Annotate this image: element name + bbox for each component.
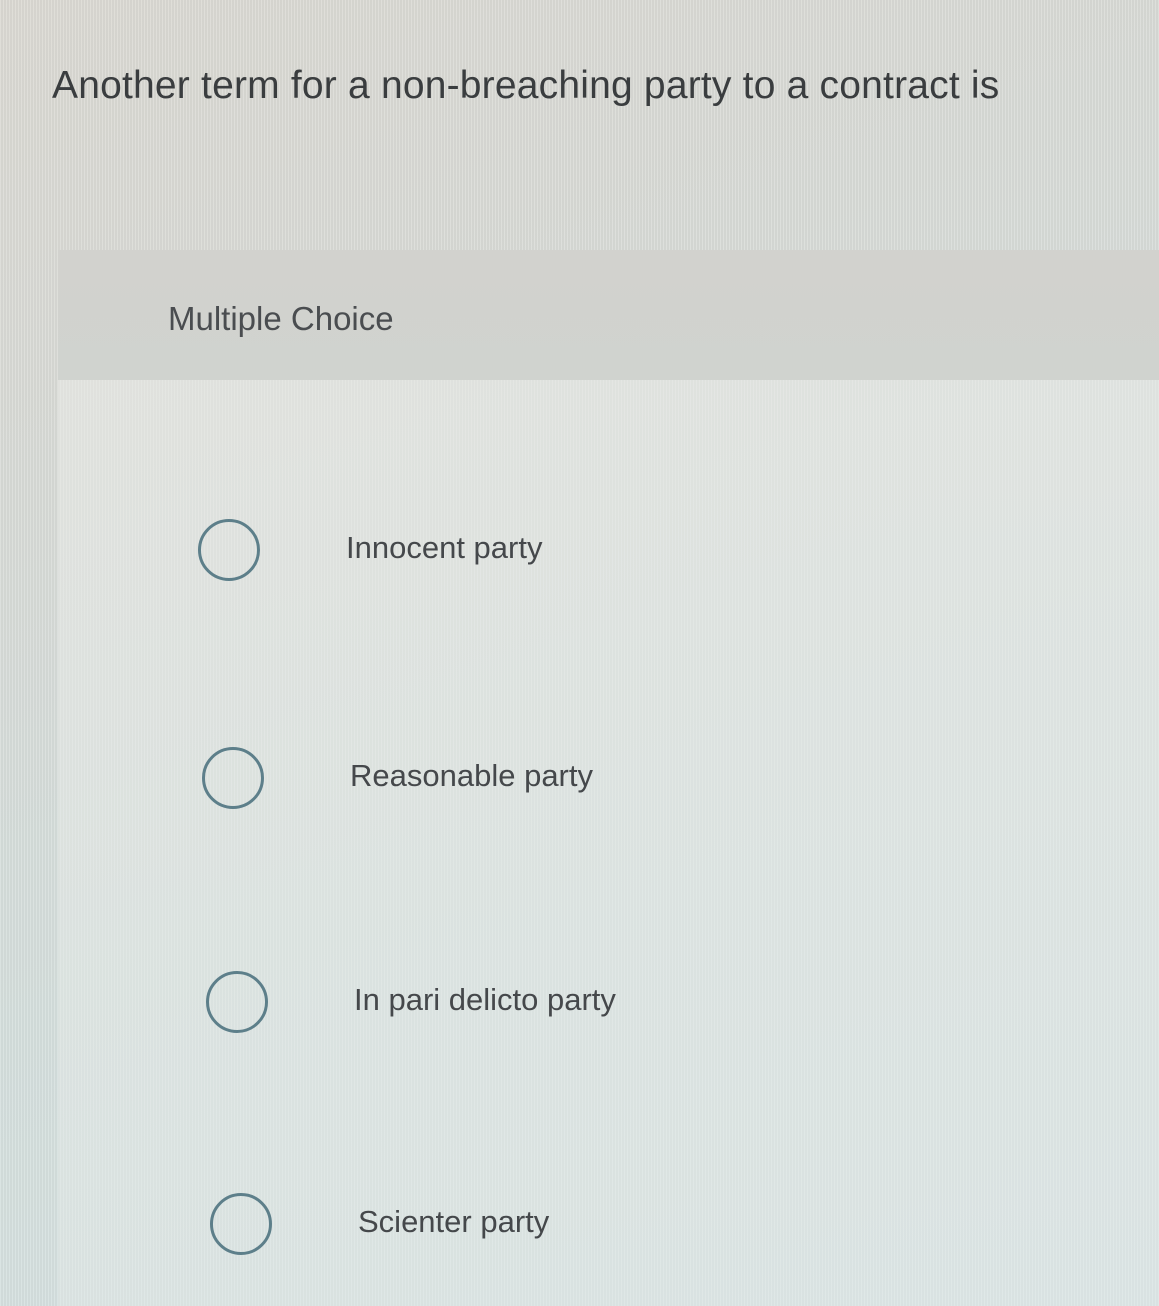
question-text: Another term for a non-breaching party t… (52, 64, 1000, 107)
radio-button-icon[interactable] (202, 747, 264, 809)
option-label: Scienter party (358, 1204, 550, 1239)
radio-button-icon[interactable] (198, 519, 260, 581)
answer-options: Innocent party Reasonable party In pari … (58, 250, 1159, 1306)
option-in-pari-delicto-party[interactable]: In pari delicto party (206, 964, 1106, 1044)
question-panel: Multiple Choice Innocent party Reasonabl… (58, 250, 1159, 1306)
radio-button-icon[interactable] (206, 971, 268, 1033)
option-innocent-party[interactable]: Innocent party (198, 512, 1098, 592)
option-reasonable-party[interactable]: Reasonable party (202, 740, 1102, 820)
option-label: Innocent party (346, 530, 543, 565)
option-label: Reasonable party (350, 758, 593, 793)
option-label: In pari delicto party (354, 982, 616, 1017)
option-scienter-party[interactable]: Scienter party (210, 1186, 1110, 1266)
radio-button-icon[interactable] (210, 1193, 272, 1255)
